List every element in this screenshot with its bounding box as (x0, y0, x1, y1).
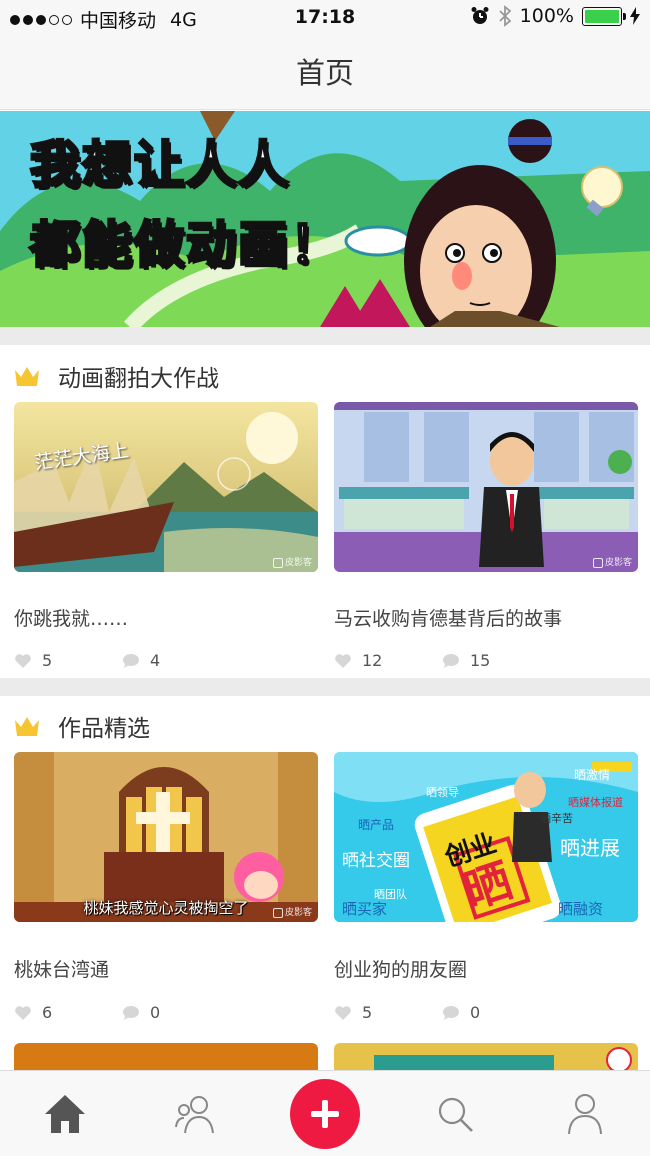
page-title: 首页 (295, 56, 354, 90)
poster-tag: 晒辛苦 (540, 812, 573, 825)
section-title: 动画翻拍大作战 (58, 366, 219, 392)
video-title[interactable]: 桃妹台湾通 (14, 955, 109, 982)
video-thumbnail[interactable]: 桃妹我感觉心灵被掏空了 皮影客 (14, 752, 318, 922)
tab-bar (0, 1070, 650, 1156)
poster-text-layer: 晒激情 晒领导 晒媒体报道 晒辛苦 晒产品 晒社交圈 晒进展 晒团队 晒买家 晒… (334, 752, 638, 922)
watermark: 皮影客 (272, 905, 312, 918)
watermark: 皮影客 (592, 555, 632, 568)
battery-percent: 100% (519, 5, 574, 27)
poster-tag: 晒进展 (560, 836, 620, 860)
banner-title: 我想让人人 都能做动画！ (29, 125, 342, 285)
video-card[interactable]: 茫茫大海上 皮影客 你跳我就…… 5 4 (14, 402, 318, 670)
plus-icon (311, 1100, 339, 1128)
search-icon (438, 1097, 473, 1132)
video-stats: 12 15 (334, 651, 490, 670)
heart-icon[interactable] (14, 1005, 32, 1021)
poster-tag: 晒媒体报道 (568, 796, 623, 809)
like-count: 5 (42, 651, 53, 670)
poster-tag: 晒社交圈 (342, 851, 410, 871)
video-stats: 5 0 (334, 1003, 480, 1022)
next-card-thumbnail[interactable] (14, 1043, 318, 1073)
section-header-remake[interactable]: 动画翻拍大作战 (0, 348, 650, 404)
like-count: 6 (42, 1003, 53, 1022)
comment-icon[interactable] (442, 1005, 460, 1021)
like-count: 12 (362, 651, 383, 670)
crown-icon (15, 367, 39, 386)
charging-icon (630, 7, 640, 25)
poster-tag: 晒激情 (574, 768, 611, 782)
tab-friends[interactable] (170, 1089, 220, 1139)
video-stats: 5 4 (14, 651, 160, 670)
tab-profile[interactable] (560, 1089, 610, 1139)
status-right: 100% (470, 5, 640, 27)
battery-icon (582, 6, 626, 26)
friends-icon (175, 1096, 214, 1134)
like-count: 5 (362, 1003, 373, 1022)
video-thumbnail[interactable]: 晒激情 晒领导 晒媒体报道 晒辛苦 晒产品 晒社交圈 晒进展 晒团队 晒买家 晒… (334, 752, 638, 922)
comment-count: 0 (150, 1003, 161, 1022)
status-bar: 中国移动 4G 17:18 100% (0, 0, 650, 36)
section-title: 作品精选 (58, 716, 150, 742)
heart-icon[interactable] (334, 1005, 352, 1021)
section-header-featured[interactable]: 作品精选 (0, 698, 650, 754)
poster-center-big: 晒 (457, 853, 519, 919)
poster-tag: 晒产品 (358, 818, 395, 832)
poster-tag: 晒买家 (342, 900, 388, 918)
alarm-icon (471, 7, 489, 24)
comment-icon[interactable] (122, 1005, 140, 1021)
heart-icon[interactable] (14, 653, 32, 669)
comment-icon[interactable] (122, 653, 140, 669)
banner[interactable]: 我想让人人 都能做动画！ (0, 111, 650, 327)
tab-search[interactable] (430, 1089, 480, 1139)
banner-line2: 都能做动画！ (29, 215, 342, 276)
section-divider (0, 678, 650, 696)
video-card[interactable]: 晒激情 晒领导 晒媒体报道 晒辛苦 晒产品 晒社交圈 晒进展 晒团队 晒买家 晒… (334, 752, 638, 1022)
poster-tag: 晒融资 (558, 900, 604, 918)
comment-count: 4 (150, 651, 161, 670)
tab-home[interactable] (40, 1089, 90, 1139)
comment-icon[interactable] (442, 653, 460, 669)
create-button[interactable] (290, 1079, 360, 1149)
section-divider (0, 327, 650, 345)
next-card-thumbnail[interactable] (334, 1043, 638, 1073)
nav-bar: 首页 (0, 36, 650, 110)
poster-tag: 晒领导 (426, 786, 459, 799)
profile-icon (568, 1094, 602, 1135)
heart-icon[interactable] (334, 653, 352, 669)
banner-line1: 我想让人人 (29, 135, 290, 196)
home-icon (45, 1095, 85, 1133)
video-title[interactable]: 创业狗的朋友圈 (334, 955, 467, 982)
crown-icon (15, 717, 39, 736)
video-title[interactable]: 你跳我就…… (14, 604, 128, 631)
video-title[interactable]: 马云收购肯德基背后的故事 (334, 604, 562, 631)
comment-count: 0 (470, 1003, 481, 1022)
watermark: 皮影客 (272, 555, 312, 568)
comment-count: 15 (470, 651, 491, 670)
video-thumbnail[interactable]: 皮影客 (334, 402, 638, 572)
video-card[interactable]: 皮影客 马云收购肯德基背后的故事 12 15 (334, 402, 638, 670)
video-thumbnail[interactable]: 茫茫大海上 皮影客 (14, 402, 318, 572)
bluetooth-icon (499, 5, 512, 27)
video-stats: 6 0 (14, 1003, 160, 1022)
video-card[interactable]: 桃妹我感觉心灵被掏空了 皮影客 桃妹台湾通 6 0 (14, 752, 318, 1022)
